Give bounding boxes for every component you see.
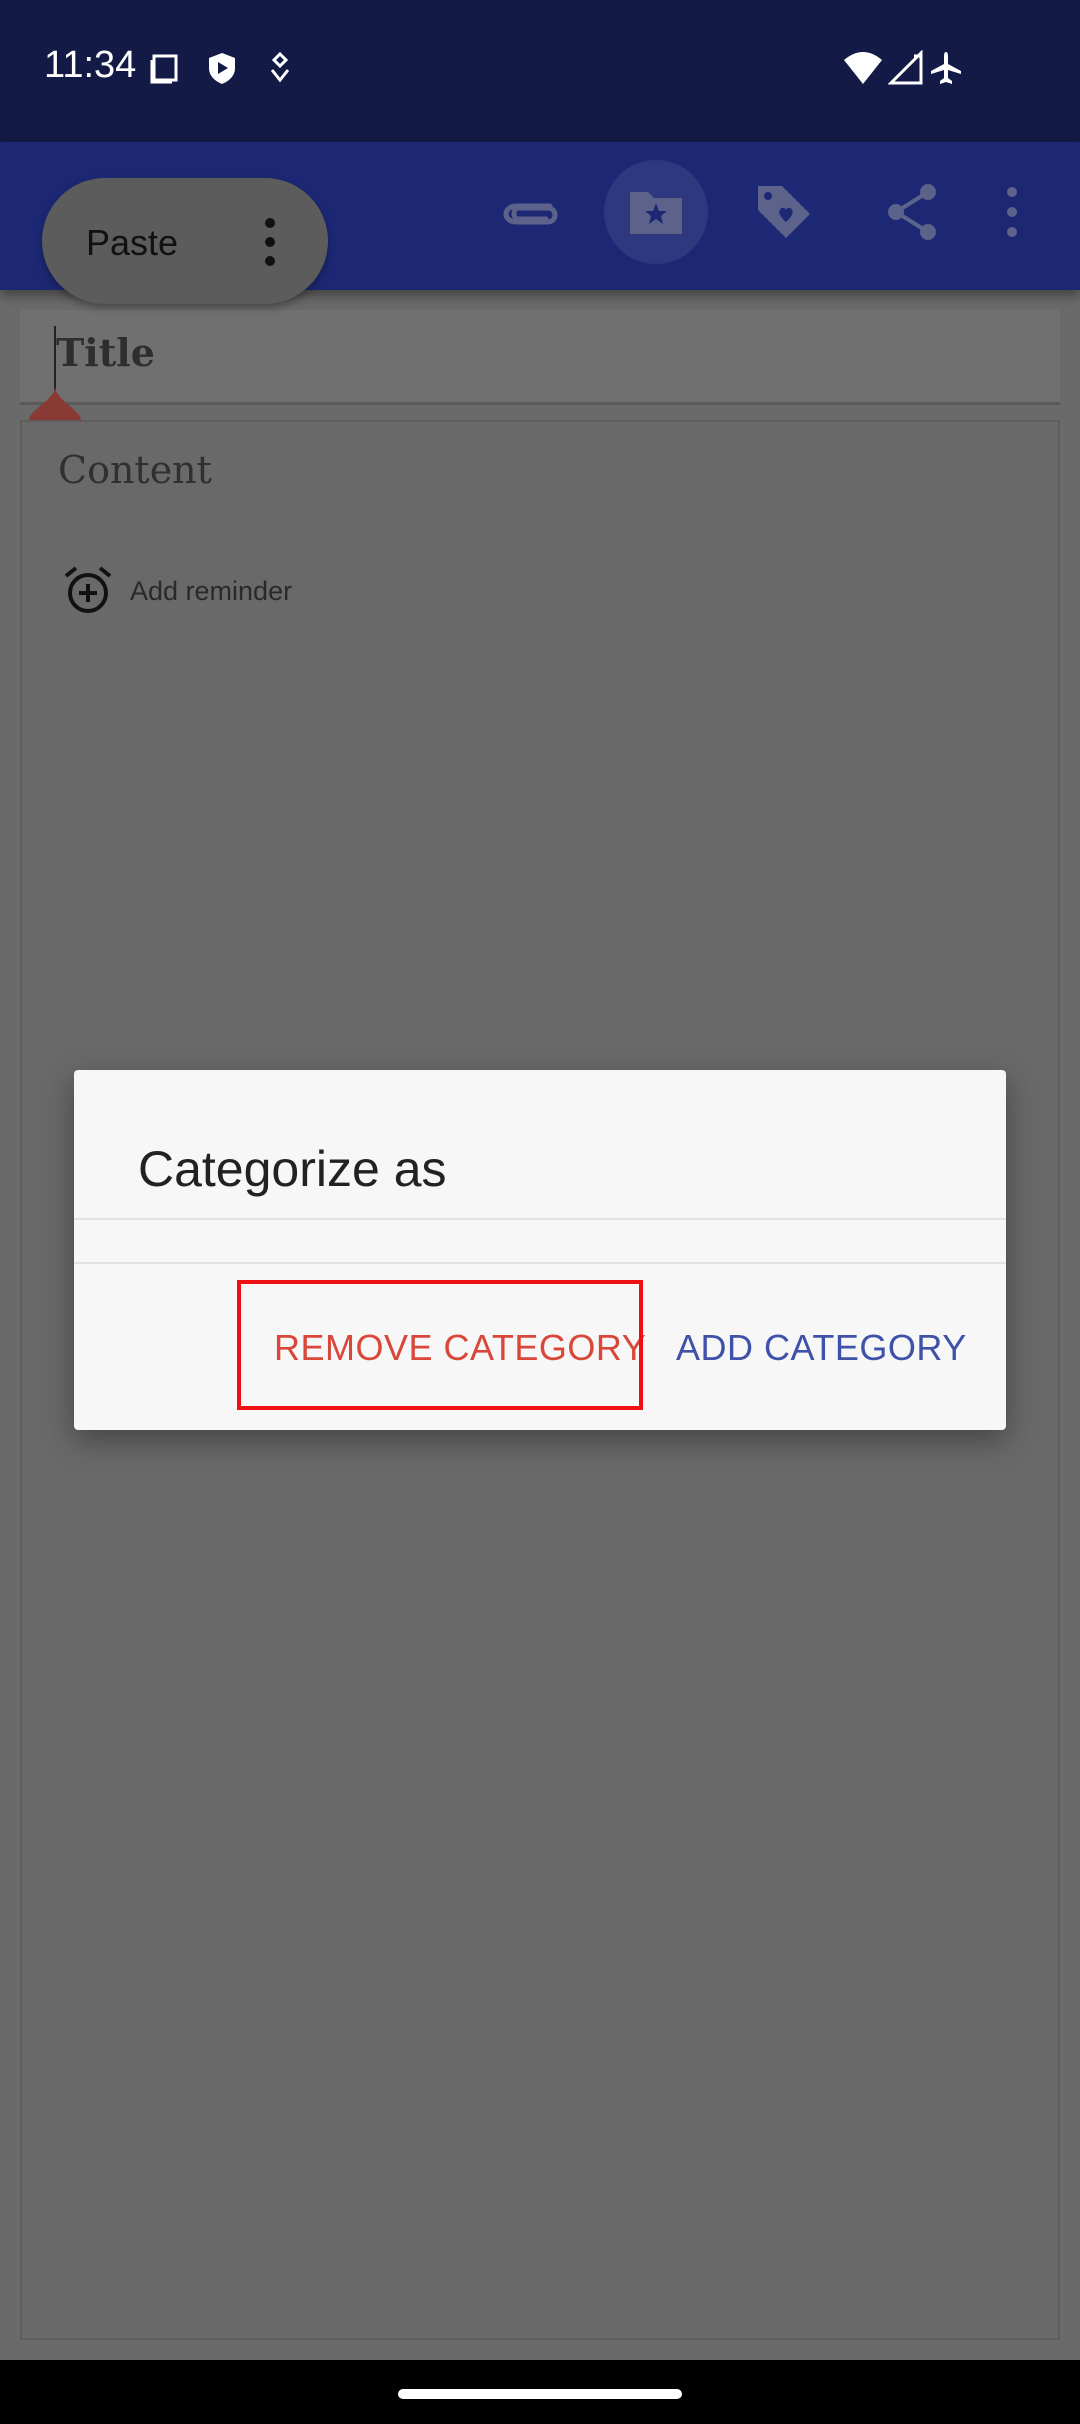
signal-icon (887, 49, 924, 86)
alarm-add-icon[interactable] (62, 564, 114, 616)
home-gesture-handle[interactable] (398, 2389, 682, 2399)
more-vert-icon[interactable] (262, 218, 278, 266)
add-reminder-link[interactable]: Add reminder (130, 576, 292, 607)
share-icon[interactable] (872, 172, 952, 252)
divider (74, 1218, 1006, 1220)
shield-icon (204, 50, 240, 86)
wifi-icon (842, 50, 884, 86)
location-icon (262, 50, 298, 86)
add-category-button[interactable]: ADD CATEGORY (676, 1327, 967, 1369)
text-selection-menu (42, 178, 328, 304)
screenshot-icon (148, 50, 184, 86)
paste-button[interactable]: Paste (86, 222, 178, 264)
attachment-icon[interactable] (490, 172, 570, 252)
content-placeholder: Content (58, 448, 212, 492)
highlight-box (237, 1280, 643, 1410)
status-time: 11:34 (44, 44, 137, 86)
airplane-icon (928, 50, 964, 86)
dialog-title: Categorize as (138, 1141, 447, 1197)
title-field[interactable] (20, 310, 1060, 405)
title-placeholder: Title (56, 330, 155, 375)
divider (74, 1262, 1006, 1264)
category-icon[interactable] (616, 172, 696, 252)
more-vert-icon[interactable] (982, 172, 1042, 252)
text-cursor (54, 326, 56, 390)
tag-icon[interactable] (744, 172, 824, 252)
